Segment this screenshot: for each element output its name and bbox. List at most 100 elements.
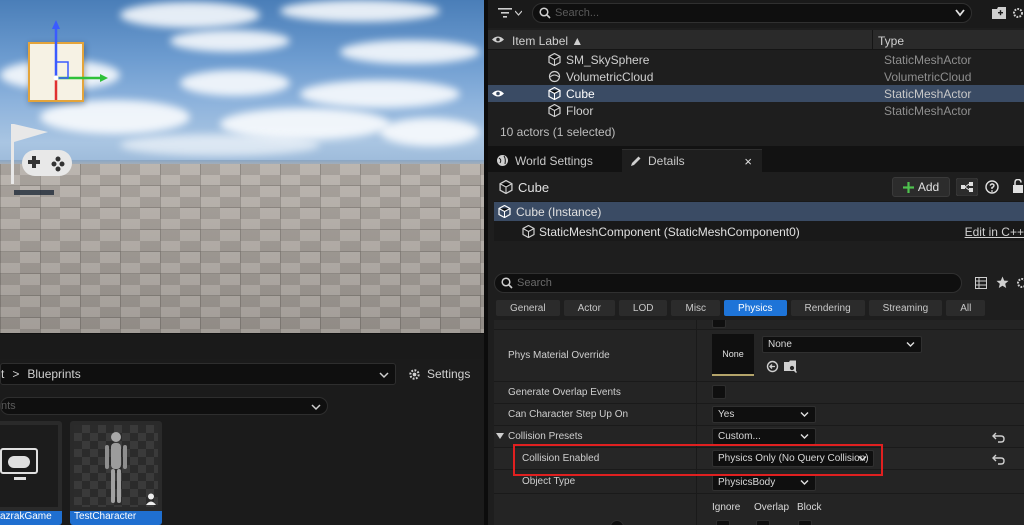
object-type-dropdown[interactable]: PhysicsBody: [712, 474, 816, 491]
tab-world-settings[interactable]: World Settings: [488, 149, 601, 172]
filter-tab-misc[interactable]: Misc: [671, 300, 721, 316]
content-browser-path-bar[interactable]: t > Blueprints: [0, 363, 396, 385]
character-mannequin-icon: [105, 432, 127, 503]
component-row-static-mesh[interactable]: StaticMeshComponent (StaticMeshComponent…: [494, 222, 1024, 241]
component-row-instance[interactable]: Cube (Instance): [494, 202, 1024, 221]
details-search-placeholder: Search: [517, 277, 552, 289]
reset-to-default-icon[interactable]: [992, 430, 1006, 444]
static-mesh-icon: [499, 180, 513, 194]
settings-label: Settings: [427, 367, 471, 381]
filter-tab-streaming[interactable]: Streaming: [868, 300, 943, 316]
breadcrumb-blueprints[interactable]: Blueprints: [27, 367, 80, 381]
filter-tab-physics[interactable]: Physics: [724, 300, 787, 316]
property-label: Can Character Step Up On: [508, 409, 629, 420]
add-component-button[interactable]: Add: [892, 177, 950, 197]
chevron-down-icon[interactable]: [515, 10, 522, 16]
lock-icon[interactable]: [1012, 179, 1024, 193]
filter-icon[interactable]: [498, 7, 512, 19]
transform-gizmo[interactable]: [40, 20, 120, 120]
checkbox[interactable]: [712, 320, 726, 328]
tab-details[interactable]: Details ×: [622, 149, 762, 172]
radio-block-col[interactable]: [798, 520, 812, 525]
radio-ignore-col[interactable]: [716, 520, 730, 525]
details-header: Cube Add: [488, 174, 1024, 200]
settings-icon[interactable]: [1016, 277, 1024, 289]
chevron-down-icon[interactable]: [379, 370, 389, 380]
highlight-box: [513, 444, 883, 476]
eye-icon[interactable]: [492, 89, 504, 98]
property-row-generate-overlap: Generate Overlap Events: [494, 382, 1024, 404]
phys-material-thumbnail[interactable]: None: [712, 334, 754, 376]
globe-icon: [497, 155, 508, 166]
details-search-input[interactable]: Search: [494, 273, 962, 293]
static-mesh-icon: [498, 205, 511, 218]
static-mesh-icon: [548, 104, 561, 117]
breadcrumb-partial[interactable]: t: [1, 367, 4, 381]
static-mesh-icon: [548, 53, 561, 66]
add-label: Add: [917, 180, 940, 194]
property-row-cutoff: [494, 320, 1024, 330]
property-grid: Phys Material Override None None Generat…: [494, 320, 1024, 525]
filter-tab-actor[interactable]: Actor: [563, 300, 615, 316]
step-up-dropdown[interactable]: Yes: [712, 406, 816, 423]
asset-tile-game-mode[interactable]: azrakGame: [0, 421, 62, 525]
filter-tab-lod[interactable]: LOD: [618, 300, 668, 316]
content-browser: t > Blueprints Settings nts azrakGame Te…: [0, 359, 484, 525]
outliner-row-volumetric-cloud[interactable]: VolumetricCloud VolumetricCloud: [488, 68, 1024, 85]
gamepad-monitor-icon: [0, 448, 38, 480]
table-view-icon[interactable]: [975, 277, 987, 289]
column-type[interactable]: Type: [878, 34, 904, 48]
collision-presets-dropdown[interactable]: Custom...: [712, 428, 816, 445]
radio-overlap-col[interactable]: [756, 520, 770, 525]
chevron-down-icon: [800, 412, 809, 417]
content-browser-search-input[interactable]: nts: [0, 397, 328, 415]
property-row-phys-material: Phys Material Override None None: [494, 330, 1024, 382]
chevron-down-icon[interactable]: [955, 9, 965, 17]
settings-icon[interactable]: [1012, 7, 1024, 19]
dropdown-value: Custom...: [718, 431, 761, 442]
item-type: StaticMeshActor: [884, 87, 972, 101]
property-label: Generate Overlap Events: [508, 387, 621, 398]
outliner-row-cube[interactable]: Cube StaticMeshActor: [488, 85, 1024, 102]
help-icon[interactable]: [985, 180, 999, 194]
generate-overlap-checkbox[interactable]: [712, 385, 726, 399]
component-tree: Cube (Instance) StaticMeshComponent (Sta…: [494, 201, 1024, 241]
blueprint-hierarchy-icon[interactable]: [956, 178, 978, 196]
level-viewport[interactable]: [0, 0, 484, 340]
cloud-icon: [548, 70, 561, 83]
radio-ignore[interactable]: [610, 520, 624, 525]
filter-tab-rendering[interactable]: Rendering: [790, 300, 865, 316]
outliner-toolbar: Search...: [488, 0, 1024, 28]
eye-icon[interactable]: [492, 35, 504, 44]
filter-tab-all[interactable]: All: [946, 300, 986, 316]
outliner-search-input[interactable]: Search...: [532, 3, 972, 23]
component-label: StaticMeshComponent (StaticMeshComponent…: [539, 225, 800, 239]
use-selected-icon[interactable]: [766, 360, 779, 373]
outliner-row-floor[interactable]: Floor StaticMeshActor: [488, 102, 1024, 119]
response-header-overlap: Overlap: [754, 502, 790, 513]
reset-to-default-icon[interactable]: [992, 452, 1006, 466]
static-mesh-icon: [522, 225, 535, 238]
chevron-down-icon[interactable]: [311, 402, 321, 412]
outliner-row-sm-skysphere[interactable]: SM_SkySphere StaticMeshActor: [488, 51, 1024, 68]
property-label: Object Type: [522, 476, 576, 487]
phys-material-dropdown[interactable]: None: [762, 336, 922, 353]
player-start-icon[interactable]: [6, 120, 76, 200]
close-icon[interactable]: ×: [744, 154, 752, 169]
filter-tab-general[interactable]: General: [496, 300, 560, 316]
star-icon[interactable]: [996, 276, 1009, 289]
thumbnail-label: None: [722, 349, 744, 359]
dropdown-value: PhysicsBody: [718, 477, 776, 488]
column-item-label[interactable]: Item Label ▲: [512, 34, 583, 48]
folder-add-icon[interactable]: [992, 7, 1006, 19]
static-mesh-icon: [548, 87, 561, 100]
item-label: SM_SkySphere: [566, 53, 650, 67]
content-browser-settings-button[interactable]: Settings: [408, 363, 470, 385]
browse-folder-icon[interactable]: [784, 360, 797, 373]
pencil-icon: [631, 156, 641, 166]
expand-triangle-icon[interactable]: [496, 433, 504, 440]
asset-tile-test-character[interactable]: TestCharacter: [70, 421, 162, 525]
viewport-bottom-bar: [0, 333, 484, 359]
outliner-status: 10 actors (1 selected): [500, 125, 616, 139]
edit-in-cpp-link[interactable]: Edit in C++: [965, 225, 1024, 239]
